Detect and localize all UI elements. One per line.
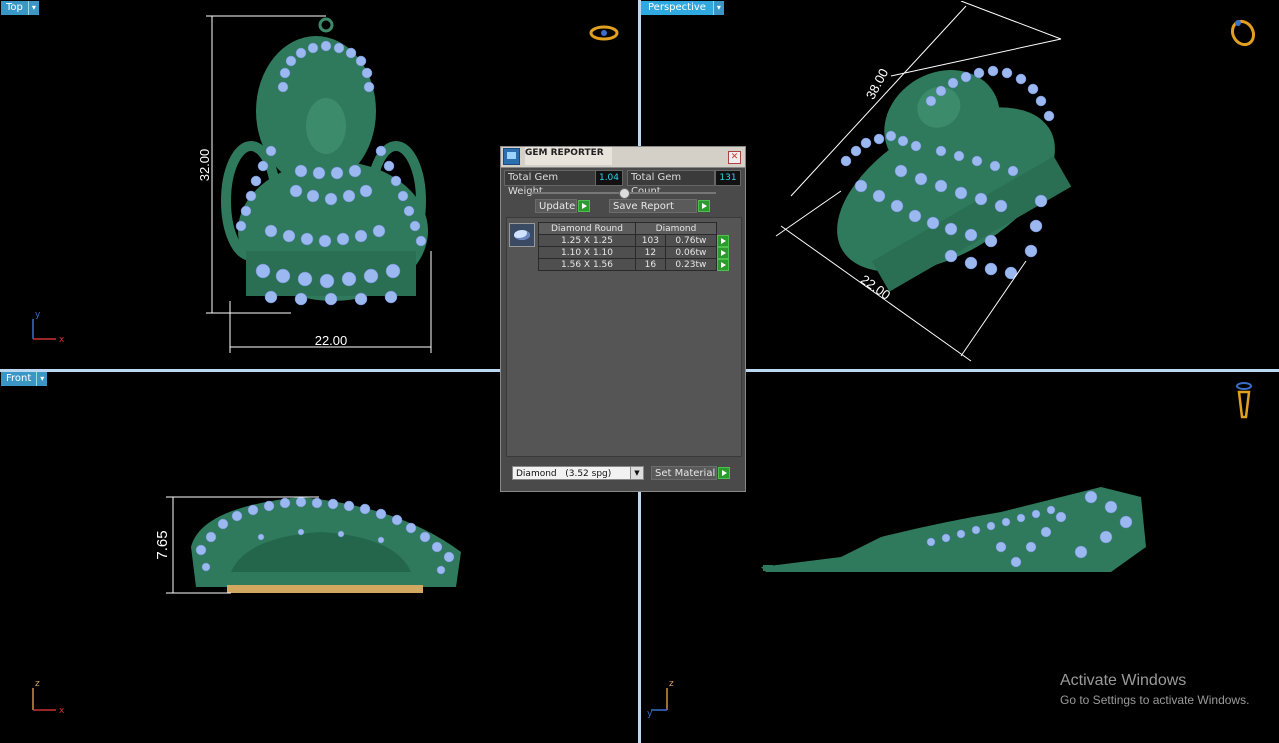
right-axis-gizmo bbox=[651, 688, 668, 711]
top-dim-height: 32.00 bbox=[197, 149, 212, 182]
top-axis-h-label: x bbox=[59, 335, 65, 345]
gem-size: 1.10 X 1.10 bbox=[538, 246, 636, 259]
chevron-down-icon[interactable]: ▼ bbox=[630, 467, 643, 479]
viewport-front-dropdown-icon[interactable]: ▾ bbox=[36, 372, 48, 386]
activate-windows-title: Activate Windows bbox=[1060, 672, 1187, 689]
pendant-model-top bbox=[221, 17, 428, 301]
size-slider-knob[interactable] bbox=[619, 188, 630, 199]
front-axis-gizmo bbox=[32, 688, 56, 711]
gem-count: 103 bbox=[635, 234, 666, 247]
table-row[interactable]: 1.25 X 1.25 103 0.76tw bbox=[538, 234, 736, 247]
viewport-perspective-tab[interactable]: Perspective ▾ bbox=[641, 1, 724, 15]
viewport-top-label: Top bbox=[1, 1, 28, 15]
set-material-go-icon[interactable] bbox=[718, 467, 730, 479]
total-gem-count-label: Total Gem Count bbox=[627, 170, 715, 197]
gem-material-header: Diamond bbox=[635, 222, 717, 235]
gem-reporter-dialog: GEM REPORTER ✕ Total Gem Weight 1.04 Tot… bbox=[500, 146, 746, 492]
gem-table: Diamond Round Diamond 1.25 X 1.25 103 0.… bbox=[538, 222, 736, 271]
perspective-dim-a: 38.00 bbox=[863, 66, 892, 102]
row-go-icon[interactable] bbox=[717, 234, 729, 247]
save-report-button[interactable]: Save Report bbox=[609, 199, 697, 213]
diamond-round-thumbnail-icon[interactable] bbox=[509, 223, 535, 247]
view-cube-ring-perspective-icon[interactable] bbox=[1228, 18, 1257, 49]
gem-size: 1.25 X 1.25 bbox=[538, 234, 636, 247]
save-report-go-icon[interactable] bbox=[698, 200, 710, 212]
viewport-top-tab[interactable]: Top ▾ bbox=[1, 1, 39, 15]
viewport-perspective-dropdown-icon[interactable]: ▾ bbox=[712, 1, 724, 15]
view-cube-pendant-icon[interactable] bbox=[1236, 382, 1252, 419]
row-go-icon[interactable] bbox=[717, 258, 729, 271]
gem-weight: 0.76tw bbox=[664, 234, 718, 247]
gem-size: 1.56 X 1.56 bbox=[538, 258, 636, 271]
view-cube-ring-icon[interactable] bbox=[589, 25, 619, 41]
viewport-front-label: Front bbox=[1, 372, 37, 386]
total-gem-weight-label: Total Gem Weight bbox=[504, 170, 597, 197]
viewport-perspective-label: Perspective bbox=[641, 1, 713, 15]
gem-weight: 0.06tw bbox=[664, 246, 718, 259]
top-axis-v-label: y bbox=[35, 310, 41, 320]
gem-reporter-title: GEM REPORTER bbox=[525, 147, 612, 165]
gem-count: 16 bbox=[635, 258, 666, 271]
activate-windows-watermark: Activate Windows Go to Settings to activ… bbox=[1060, 672, 1249, 708]
gem-table-header: Diamond Round Diamond bbox=[538, 222, 736, 235]
front-axis-h-label: x bbox=[59, 706, 65, 716]
pendant-model-perspective bbox=[837, 70, 1072, 292]
front-axis-v-label: z bbox=[35, 679, 40, 689]
row-go-icon[interactable] bbox=[717, 246, 729, 259]
pendant-model-front bbox=[191, 497, 461, 593]
total-gem-count-value: 131 bbox=[715, 170, 741, 186]
gem-weight: 0.23tw bbox=[664, 258, 718, 271]
top-axis-gizmo bbox=[32, 319, 56, 340]
table-row[interactable]: 1.56 X 1.56 16 0.23tw bbox=[538, 258, 736, 271]
material-select[interactable]: Diamond (3.52 spg) ▼ bbox=[512, 466, 644, 480]
viewport-front-tab[interactable]: Front ▾ bbox=[1, 372, 48, 386]
material-select-value: Diamond (3.52 spg) bbox=[516, 469, 612, 479]
viewport-top-dropdown-icon[interactable]: ▾ bbox=[27, 1, 39, 15]
front-dim-height: 7.65 bbox=[154, 530, 171, 559]
activate-windows-subtitle: Go to Settings to activate Windows. bbox=[1060, 693, 1250, 707]
gem-reporter-app-icon bbox=[503, 148, 520, 165]
gem-reporter-titlebar[interactable]: GEM REPORTER ✕ bbox=[501, 147, 745, 168]
close-icon[interactable]: ✕ bbox=[728, 151, 741, 164]
top-dim-width: 22.00 bbox=[315, 333, 348, 348]
right-axis-h-label: y bbox=[647, 709, 653, 719]
right-axis-v-label: z bbox=[669, 679, 674, 689]
set-material-button[interactable]: Set Material bbox=[651, 466, 717, 480]
gem-count: 12 bbox=[635, 246, 666, 259]
update-go-icon[interactable] bbox=[578, 200, 590, 212]
total-gem-weight-value: 1.04 bbox=[595, 170, 623, 186]
update-button[interactable]: Update bbox=[535, 199, 577, 213]
table-row[interactable]: 1.10 X 1.10 12 0.06tw bbox=[538, 246, 736, 259]
gem-shape-header: Diamond Round bbox=[538, 222, 636, 235]
